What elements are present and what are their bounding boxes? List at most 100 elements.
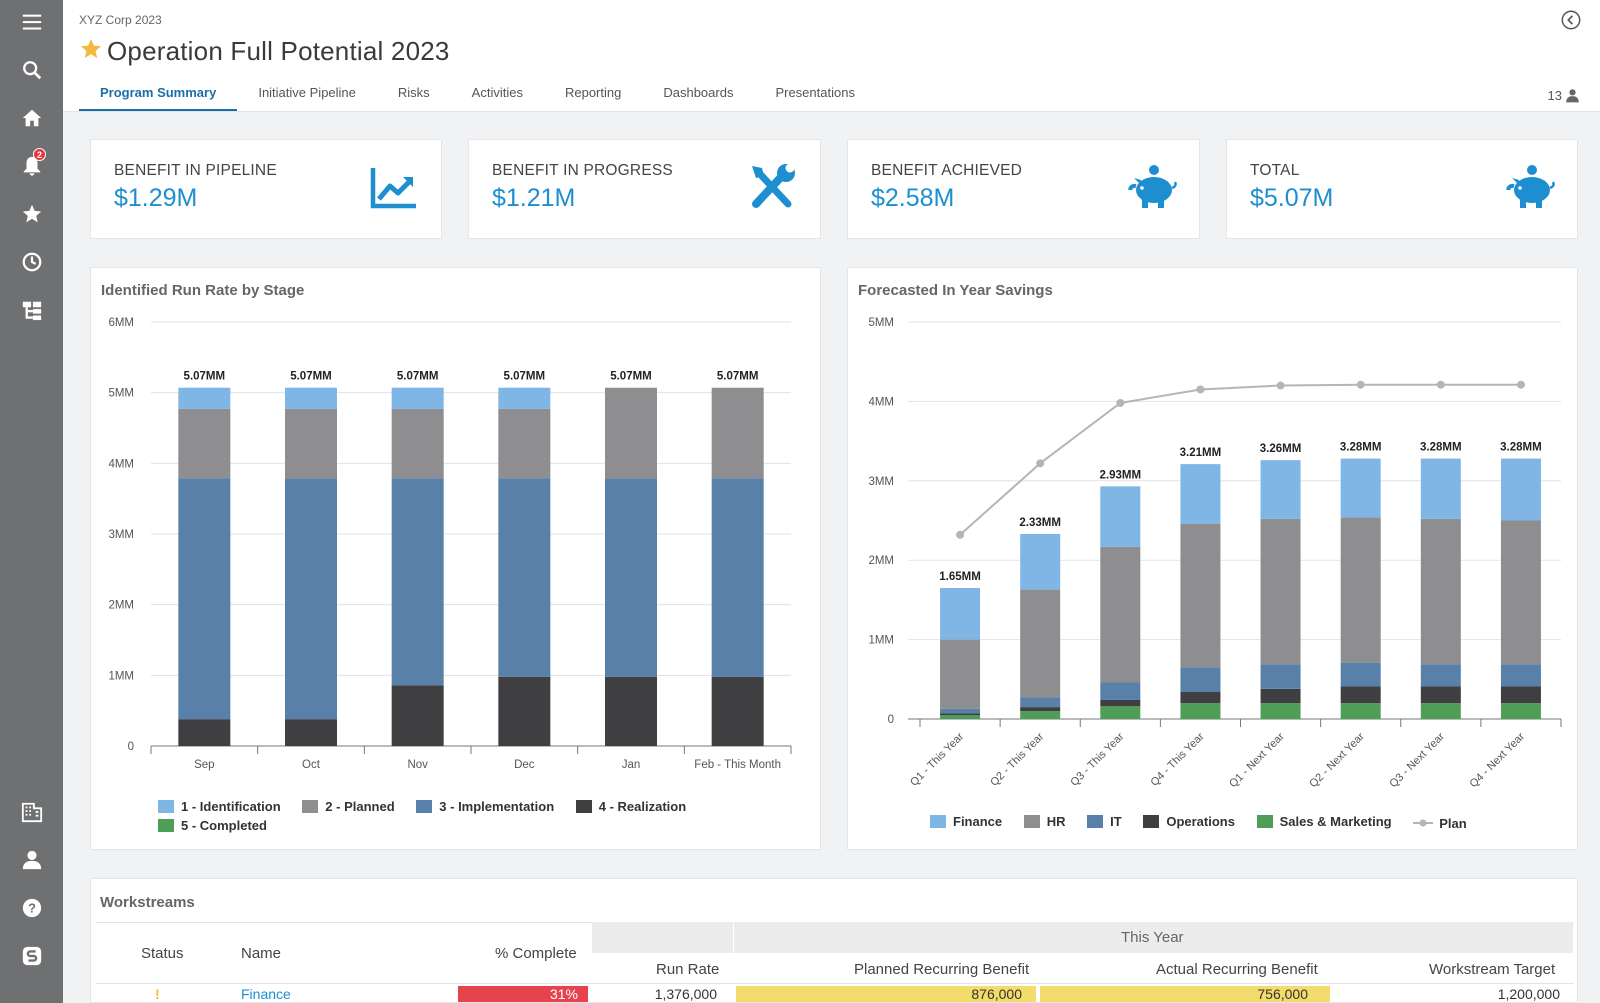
legend-implementation[interactable]: 3 - Implementation (416, 799, 554, 814)
data-label: 1.65MM (939, 571, 981, 583)
run-rate-chart: 0 1MM 2MM 3MM 4MM 5MM 6MM 5.07MM Sep 5.07MM Oct 5.0… (108, 317, 792, 771)
x-tick-label: Q1 - Next Year (1227, 730, 1287, 790)
bar-segment (1340, 703, 1381, 719)
bar-segment (605, 478, 657, 677)
y-tick-label: 6MM (108, 317, 134, 329)
status-warning-icon: ! (155, 986, 160, 1002)
legend-identification[interactable]: 1 - Identification (158, 799, 281, 814)
legend-completed[interactable]: 5 - Completed (158, 818, 267, 833)
tab-bar: Program Summary Initiative Pipeline Risk… (79, 80, 876, 112)
kpi-label: BENEFIT ACHIEVED (871, 162, 1023, 179)
bar-segment (940, 715, 981, 719)
bar-segment (1100, 486, 1141, 547)
user-count-button[interactable]: 13 (1548, 88, 1580, 103)
bar-segment (285, 719, 337, 746)
logo-icon[interactable] (0, 936, 63, 976)
building-icon[interactable] (0, 792, 63, 832)
tab-reporting[interactable]: Reporting (544, 80, 642, 111)
clock-icon[interactable] (0, 242, 63, 282)
tools-icon (752, 163, 795, 208)
column-workstream-target[interactable]: Workstream Target (1429, 961, 1555, 978)
kpi-benefit-in-progress: BENEFIT IN PROGRESS $1.21M (468, 139, 821, 239)
tab-risks[interactable]: Risks (377, 80, 451, 111)
group-header-this-year: This Year (1121, 929, 1184, 946)
bar-segment (1100, 682, 1141, 700)
kpi-total: TOTAL $5.07M (1226, 139, 1578, 239)
plan-line-icon (1413, 819, 1434, 827)
favorite-star-icon[interactable] (79, 37, 103, 66)
tab-initiative-pipeline[interactable]: Initiative Pipeline (237, 80, 377, 111)
legend-hr[interactable]: HR (1023, 814, 1066, 829)
bar-segment (1260, 518, 1301, 665)
x-tick-label: Q3 - Next Year (1387, 730, 1447, 790)
data-label: 5.07MM (184, 371, 226, 383)
bar-segment (1100, 546, 1141, 683)
tab-program-summary[interactable]: Program Summary (79, 80, 238, 111)
page-title: Operation Full Potential 2023 (107, 36, 450, 66)
bar-segment (711, 478, 764, 677)
column-status[interactable]: Status (141, 945, 184, 962)
forecast-chart: 0 1MM 2MM 3MM 4MM 5MM 1.65MM Q1 - This Year 2.33… (868, 317, 1562, 790)
kpi-value: $2.58M (871, 184, 955, 212)
y-tick-label: 5MM (108, 388, 134, 400)
company-name: XYZ Corp 2023 (79, 13, 162, 27)
bar-segment (285, 387, 337, 409)
kpi-value: $5.07M (1250, 184, 1334, 212)
data-label: 3.28MM (1340, 442, 1382, 454)
plan-point (1116, 398, 1125, 407)
bar-segment (1180, 464, 1221, 524)
kpi-benefit-in-pipeline: BENEFIT IN PIPELINE $1.29M (90, 139, 442, 239)
bar-segment (1260, 703, 1301, 719)
search-icon[interactable] (0, 50, 63, 90)
notifications-button[interactable]: 2 (0, 146, 63, 186)
legend-operations[interactable]: Operations (1143, 814, 1235, 829)
bar-segment (1420, 703, 1461, 719)
bar-segment (391, 408, 444, 479)
favorites-icon[interactable] (0, 194, 63, 234)
y-tick-label: 2MM (108, 600, 134, 612)
legend-sales-marketing[interactable]: Sales & Marketing (1256, 814, 1392, 829)
user-icon[interactable] (0, 840, 63, 880)
help-icon[interactable]: ? (0, 888, 63, 928)
x-tick-label: Q2 - Next Year (1307, 730, 1367, 790)
column-name[interactable]: Name (241, 945, 281, 962)
legend-plan[interactable]: Plan (1413, 816, 1467, 831)
tab-presentations[interactable]: Presentations (754, 80, 876, 111)
workstreams-panel: Workstreams This Year Status Name % Comp… (90, 878, 1578, 1003)
x-tick-label: Dec (514, 759, 535, 771)
column-complete[interactable]: % Complete (495, 945, 577, 962)
bar-segment (1020, 533, 1061, 590)
home-icon[interactable] (0, 98, 63, 138)
plan-point (1276, 381, 1285, 390)
collapse-panel-icon[interactable] (1560, 9, 1582, 31)
bar-segment (1500, 458, 1541, 521)
svg-text:?: ? (28, 901, 36, 916)
planned-benefit-cell: 876,000 (736, 986, 1036, 1002)
data-label: 5.07MM (717, 371, 759, 383)
legend-planned[interactable]: 2 - Planned (302, 799, 395, 814)
header: XYZ Corp 2023 Operation Full Potential 2… (63, 0, 1600, 112)
run-rate-legend: 1 - Identification 2 - Planned 3 - Imple… (158, 799, 778, 835)
y-tick-label: 2MM (868, 555, 894, 567)
column-run-rate[interactable]: Run Rate (656, 961, 719, 978)
x-tick-label: Oct (302, 759, 321, 771)
title-row: Operation Full Potential 2023 (79, 36, 450, 67)
bar-segment (1180, 523, 1221, 668)
column-actual-benefit[interactable]: Actual Recurring Benefit (1156, 961, 1318, 978)
legend-finance[interactable]: Finance (930, 814, 1002, 829)
bar-segment (391, 478, 444, 686)
menu-icon[interactable] (0, 2, 63, 42)
bar-segment (1420, 686, 1461, 704)
tab-dashboards[interactable]: Dashboards (642, 80, 754, 111)
bar-segment (1500, 686, 1541, 704)
hierarchy-icon[interactable] (0, 290, 63, 330)
legend-realization[interactable]: 4 - Realization (575, 799, 686, 814)
legend-it[interactable]: IT (1087, 814, 1122, 829)
bar-segment (711, 387, 764, 479)
tab-activities[interactable]: Activities (451, 80, 544, 111)
column-planned-benefit[interactable]: Planned Recurring Benefit (854, 961, 1029, 978)
workstream-name-link[interactable]: Finance (241, 986, 341, 1002)
y-tick-label: 4MM (868, 396, 894, 408)
bar-segment (940, 713, 981, 716)
y-tick-label: 4MM (108, 458, 134, 470)
